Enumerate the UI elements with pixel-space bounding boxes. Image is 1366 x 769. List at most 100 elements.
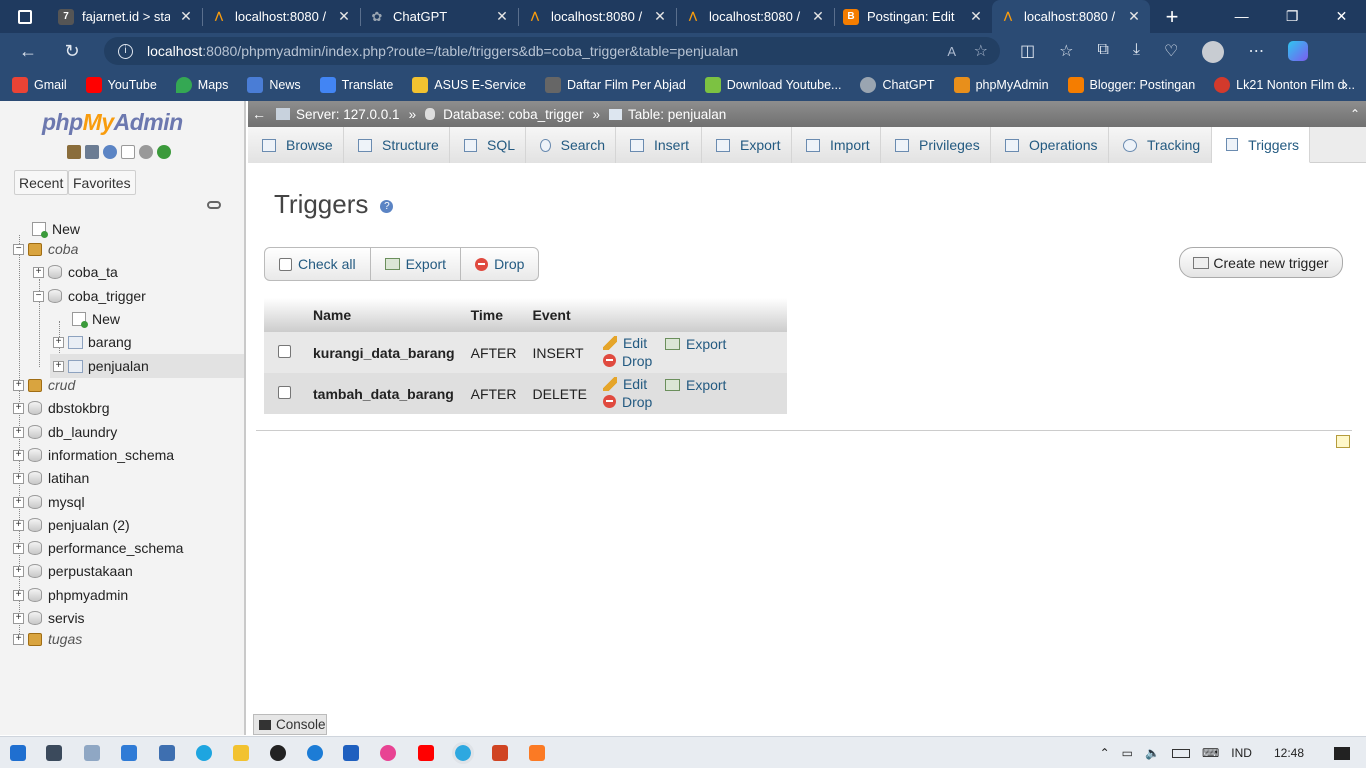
reload-icon[interactable] — [157, 145, 171, 159]
new-tab-button[interactable]: + — [1150, 4, 1194, 30]
favorites-icon[interactable]: ☆ — [1059, 41, 1073, 63]
copilot-icon[interactable] — [1288, 41, 1309, 61]
check-all-checkbox[interactable] — [279, 257, 292, 271]
profile-avatar[interactable] — [1202, 41, 1225, 63]
breadcrumb-table[interactable]: Table: penjualan — [628, 107, 726, 122]
favorites-button[interactable]: Favorites — [68, 170, 136, 195]
tab-search[interactable]: Search — [526, 127, 616, 163]
collapse-up-icon[interactable]: ⌃ — [1350, 107, 1360, 121]
expand-icon[interactable]: + — [33, 266, 44, 278]
browser-tab[interactable]: ⋀ localhost:8080 / 1 ✕ — [203, 0, 360, 33]
close-tab-icon[interactable]: ✕ — [494, 8, 510, 25]
tab-operations[interactable]: Operations — [991, 127, 1109, 163]
link-chain-icon[interactable] — [207, 201, 221, 209]
expand-icon[interactable]: + — [13, 426, 24, 438]
export-link[interactable]: Export — [664, 336, 726, 352]
tab-import[interactable]: Import — [792, 127, 881, 163]
close-tab-icon[interactable]: ✕ — [810, 8, 826, 25]
tree-db-latihan[interactable]: + latihan — [13, 470, 89, 486]
edit-link[interactable]: Edit — [602, 335, 647, 351]
back-icon[interactable]: ← — [10, 41, 46, 62]
close-window-icon[interactable]: ✕ — [1336, 8, 1348, 25]
edge-icon[interactable] — [196, 745, 212, 761]
keyboard-app-icon[interactable] — [159, 745, 175, 761]
bookmark-youtube[interactable]: YouTube — [85, 77, 157, 93]
tree-group-coba[interactable]: − coba — [13, 241, 78, 257]
chevron-up-icon[interactable]: ⌃ — [1100, 746, 1110, 760]
clock[interactable]: 12:48 — [1274, 746, 1304, 760]
bookmark-lk21[interactable]: Lk21 Nonton Film d... — [1214, 77, 1355, 93]
edit-link[interactable]: Edit — [602, 376, 647, 392]
tree-db-servis[interactable]: + servis — [13, 610, 85, 626]
browser-tab[interactable]: ⋀ localhost:8080 / 1 ✕ — [519, 0, 676, 33]
expand-icon[interactable]: + — [13, 565, 24, 577]
browser-tab[interactable]: ⋀ localhost:8080 / 1 ✕ — [677, 0, 834, 33]
read-aloud-icon[interactable]: A — [947, 44, 956, 59]
bookmark-translate[interactable]: Translate — [319, 77, 393, 93]
app-icon[interactable] — [121, 745, 137, 761]
tree-db-penjualan-2[interactable]: + penjualan (2) — [13, 517, 130, 533]
expand-icon[interactable]: + — [13, 402, 24, 414]
file-explorer-icon[interactable] — [233, 745, 249, 761]
breadcrumb-database[interactable]: Database: coba_trigger — [443, 107, 583, 122]
battery-icon[interactable] — [1171, 748, 1190, 758]
minimize-icon[interactable]: — — [1235, 8, 1249, 25]
tab-triggers[interactable]: Triggers — [1212, 127, 1310, 163]
tab-privileges[interactable]: Privileges — [881, 127, 991, 163]
header-name[interactable]: Name — [305, 298, 463, 332]
app-icon[interactable] — [380, 745, 396, 761]
tab-export[interactable]: Export — [702, 127, 792, 163]
close-tab-icon[interactable]: ✕ — [178, 8, 194, 25]
expand-icon[interactable]: + — [53, 336, 64, 348]
expand-icon[interactable]: + — [53, 360, 64, 372]
bluetooth-icon[interactable] — [307, 745, 323, 761]
bulk-export-button[interactable]: Export — [371, 248, 462, 280]
bookmark-gmail[interactable]: Gmail — [12, 77, 67, 93]
collapse-icon[interactable]: − — [33, 290, 44, 302]
sticky-note-icon[interactable] — [1336, 435, 1350, 448]
store-icon[interactable] — [343, 745, 359, 761]
phpmyadmin-logo[interactable]: phpMyAdmin — [42, 109, 183, 136]
browser-tab[interactable]: B Postingan: Edit ✕ — [835, 0, 992, 33]
youtube-icon[interactable] — [418, 745, 434, 761]
xampp-icon[interactable] — [529, 745, 545, 761]
network-icon[interactable]: ▭ — [1122, 746, 1133, 760]
help-icon[interactable]: ? — [380, 199, 394, 213]
windows-start-icon[interactable] — [10, 745, 26, 761]
recent-button[interactable]: Recent — [14, 170, 69, 195]
bulk-drop-button[interactable]: Drop — [461, 248, 538, 280]
tree-db-information-schema[interactable]: + information_schema — [13, 447, 174, 463]
tree-db-coba-ta[interactable]: + coba_ta — [33, 264, 118, 280]
expand-icon[interactable]: + — [13, 379, 24, 391]
docs-icon[interactable] — [121, 145, 135, 159]
media-player-icon[interactable] — [270, 745, 286, 761]
url-input[interactable]: i localhost:8080/phpmyadmin/index.php?ro… — [104, 37, 1000, 65]
browser-tab-active[interactable]: ⋀ localhost:8080 / 1 ✕ — [992, 0, 1150, 33]
row-checkbox[interactable] — [278, 385, 291, 399]
browser-tab[interactable]: 7 fajarnet.id > statu ✕ — [50, 0, 202, 33]
browser-tab[interactable]: ✿ ChatGPT ✕ — [361, 0, 518, 33]
drop-link[interactable]: Drop — [602, 394, 652, 410]
edge-active-icon[interactable] — [452, 742, 474, 764]
favorite-star-icon[interactable]: ☆ — [974, 41, 988, 61]
tree-db-perpustakaan[interactable]: + perpustakaan — [13, 563, 133, 579]
tree-table-new[interactable]: New — [72, 311, 120, 328]
create-new-trigger-button[interactable]: Create new trigger — [1179, 247, 1343, 278]
tree-group-tugas[interactable]: + tugas — [13, 631, 82, 647]
bookmark-download-youtube[interactable]: Download Youtube... — [704, 77, 841, 93]
bookmark-blogger[interactable]: Blogger: Postingan — [1067, 77, 1195, 93]
console-toggle[interactable]: Console — [253, 714, 327, 735]
expand-icon[interactable]: + — [13, 496, 24, 508]
tree-db-dbstokbrg[interactable]: + dbstokbrg — [13, 400, 109, 416]
close-tab-icon[interactable]: ✕ — [968, 8, 984, 25]
tree-group-crud[interactable]: + crud — [13, 377, 75, 393]
bookmark-phpmyadmin[interactable]: phpMyAdmin — [953, 77, 1049, 93]
bookmark-asus[interactable]: ASUS E-Service — [412, 77, 526, 93]
check-all-button[interactable]: Check all — [265, 248, 371, 280]
tree-db-performance-schema[interactable]: + performance_schema — [13, 540, 183, 556]
expand-icon[interactable]: + — [13, 449, 24, 461]
tab-structure[interactable]: Structure — [344, 127, 450, 163]
tab-actions-button[interactable] — [0, 9, 50, 24]
language-indicator[interactable]: IND — [1231, 746, 1252, 760]
tree-db-mysql[interactable]: + mysql — [13, 494, 85, 510]
